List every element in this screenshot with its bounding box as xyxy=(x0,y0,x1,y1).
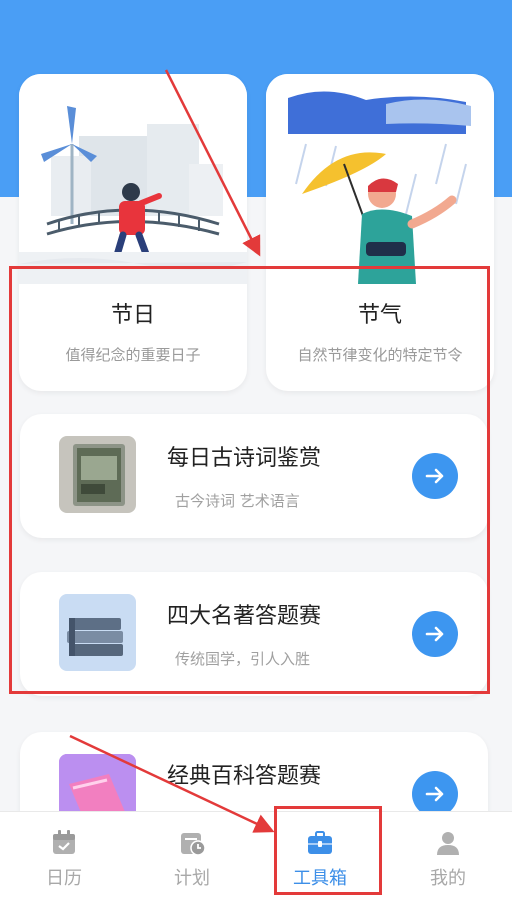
tab-calendar[interactable]: 日历 xyxy=(0,812,128,898)
tab-label: 工具箱 xyxy=(293,868,347,889)
festival-title: 节日 xyxy=(110,303,155,328)
list-item-title: 四大名著答题赛 xyxy=(167,604,322,629)
tab-label: 计划 xyxy=(174,868,210,889)
poetry-book-thumbnail xyxy=(59,436,136,513)
calendar-icon xyxy=(49,828,79,862)
plan-clock-icon xyxy=(177,828,207,862)
solar-term-card[interactable]: 节气 自然节律变化的特定节令 xyxy=(266,74,494,391)
arrow-right-icon[interactable] xyxy=(412,453,458,499)
tab-toolbox[interactable]: 工具箱 xyxy=(256,812,384,898)
solar-term-illustration xyxy=(266,74,494,284)
solar-term-title: 节气 xyxy=(357,303,402,328)
classics-quiz-list-item[interactable]: 四大名著答题赛 传统国学，引人入胜 xyxy=(20,572,488,696)
person-icon xyxy=(433,828,463,862)
bottom-tab-bar: 日历 计划 工具箱 我的 xyxy=(0,811,512,898)
list-item-title: 每日古诗词鉴赏 xyxy=(167,446,322,471)
tab-plan[interactable]: 计划 xyxy=(128,812,256,898)
poetry-list-item[interactable]: 每日古诗词鉴赏 古今诗词 艺术语言 xyxy=(20,414,488,538)
festival-illustration xyxy=(19,74,247,284)
books-stack-thumbnail xyxy=(59,594,136,671)
list-item-subtitle: 古今诗词 艺术语言 xyxy=(175,492,300,510)
festival-card[interactable]: 节日 值得纪念的重要日子 xyxy=(19,74,247,391)
toolbox-icon xyxy=(305,828,335,862)
festival-subtitle: 值得纪念的重要日子 xyxy=(65,346,201,364)
tab-profile[interactable]: 我的 xyxy=(384,812,512,898)
tab-label: 日历 xyxy=(46,868,82,889)
arrow-right-icon[interactable] xyxy=(412,611,458,657)
list-item-subtitle: 传统国学，引人入胜 xyxy=(175,650,311,668)
tab-label: 我的 xyxy=(430,868,466,889)
list-item-title: 经典百科答题赛 xyxy=(167,764,322,789)
solar-term-subtitle: 自然节律变化的特定节令 xyxy=(297,346,463,364)
